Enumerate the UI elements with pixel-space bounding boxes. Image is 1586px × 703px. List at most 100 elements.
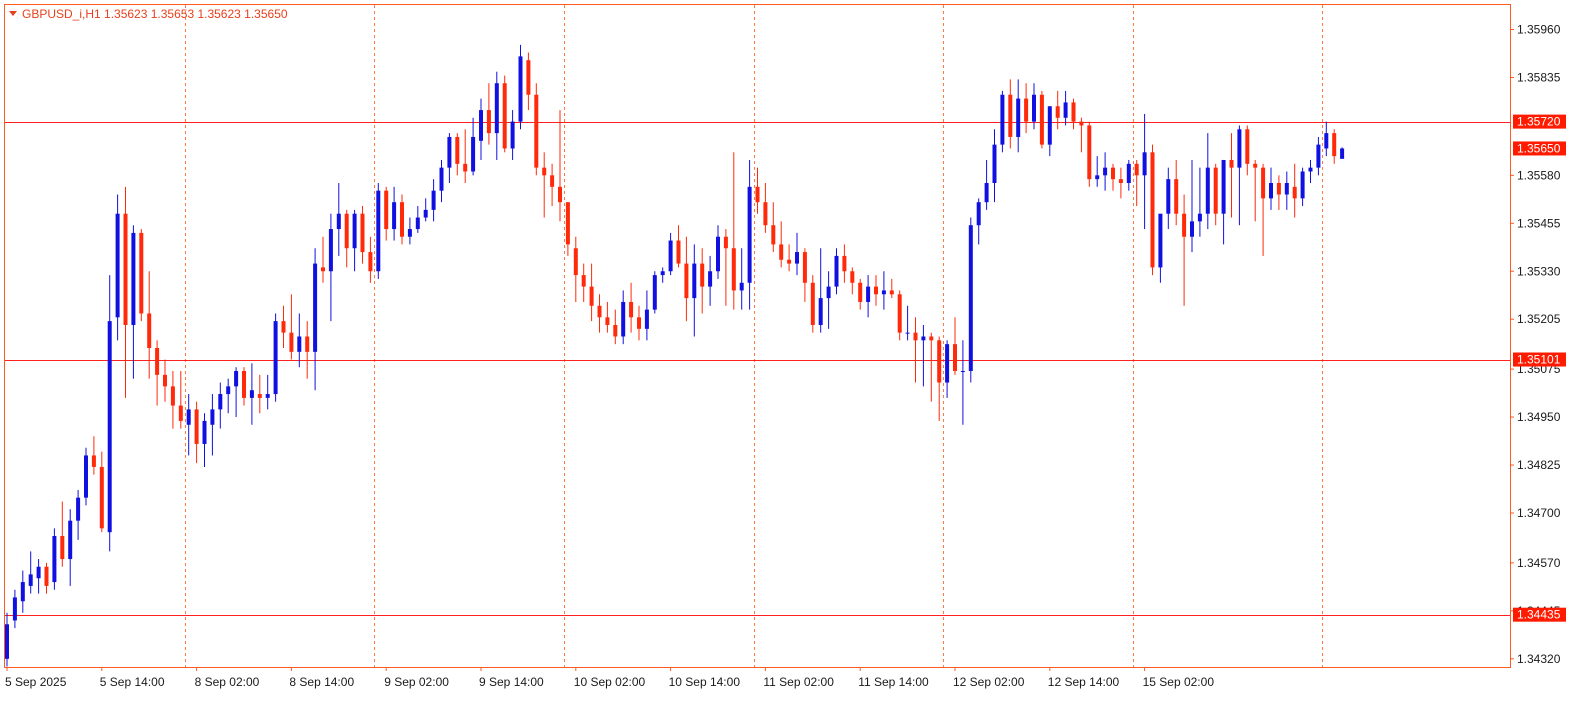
x-tick-label: 10 Sep 14:00 (669, 675, 741, 689)
candle-body (384, 190, 389, 230)
candle-body (510, 121, 515, 149)
candle-body (1237, 129, 1242, 168)
candle-body (1008, 94, 1013, 137)
candle-body (407, 229, 412, 237)
candle-body (1284, 183, 1289, 195)
candle (400, 194, 404, 245)
candle-body (731, 248, 736, 291)
candle-body (328, 229, 333, 272)
y-tick-label: 1.34950 (1517, 410, 1561, 424)
candle (368, 236, 373, 283)
candle-body (976, 202, 981, 226)
candle (305, 321, 310, 379)
candle (131, 225, 136, 379)
candle-body (1126, 163, 1131, 183)
candle-body (858, 282, 863, 302)
candle (700, 248, 705, 314)
candle (968, 217, 973, 383)
candle-body (1182, 213, 1187, 237)
candle-body (20, 582, 25, 602)
candle (731, 152, 736, 310)
time-axis[interactable]: 5 Sep 2025 5 Sep 14:00 8 Sep 02:00 8 Sep 14… (5, 667, 1214, 689)
candle-body (960, 371, 965, 373)
candle (1324, 121, 1329, 157)
candle (1253, 159, 1258, 222)
x-tick-label: 11 Sep 14:00 (858, 675, 929, 689)
candle (897, 290, 902, 341)
price-axis[interactable]: 1.35960 1.35835 1.35580 1.35455 1.35330 1.352… (1510, 23, 1566, 666)
candle-body (313, 263, 318, 352)
candle-body (589, 286, 594, 306)
price-chart[interactable]: 1.35960 1.35835 1.35580 1.35455 1.35330 1.352… (0, 0, 1586, 703)
candle-body (652, 275, 657, 310)
candle (107, 275, 112, 552)
candle (881, 271, 886, 310)
y-tick-label: 1.34570 (1517, 556, 1561, 570)
x-tick-label: 12 Sep 14:00 (1048, 675, 1120, 689)
candle (1308, 159, 1313, 183)
candle-body (1063, 102, 1068, 118)
candle-body (692, 263, 697, 299)
candle (147, 271, 152, 379)
candle (1276, 175, 1281, 210)
candle (297, 313, 302, 368)
candle (194, 401, 199, 464)
candle-body (1324, 133, 1329, 149)
candle-body (1245, 129, 1250, 164)
candle-body (637, 317, 641, 329)
candle (929, 332, 934, 402)
candle (1055, 90, 1060, 130)
candle (471, 117, 476, 176)
candle-body (163, 374, 167, 387)
candle-body (202, 420, 207, 444)
candle (186, 394, 191, 456)
candle (850, 267, 855, 295)
candle-body (1316, 144, 1321, 168)
candle (1292, 163, 1297, 218)
candle (1205, 133, 1210, 230)
candle-body (1032, 94, 1036, 122)
candle (581, 263, 586, 302)
candle-body (684, 263, 689, 299)
candle (810, 275, 815, 333)
candle (273, 313, 278, 402)
candle (976, 198, 981, 245)
candle (866, 275, 871, 318)
candle (534, 83, 539, 176)
candle-body (897, 294, 902, 333)
candle (415, 206, 420, 233)
candle-body (107, 321, 112, 533)
candle (795, 232, 799, 276)
candle (178, 371, 183, 429)
candle (392, 186, 397, 241)
candle (550, 163, 555, 207)
candle (1245, 125, 1250, 176)
candle-body (249, 390, 254, 398)
candle (257, 374, 262, 414)
candle-body (1340, 148, 1345, 159)
candle-body (344, 213, 349, 249)
candle-body (1142, 152, 1147, 176)
x-tick-label: 8 Sep 02:00 (195, 675, 260, 689)
price-tag-label: 1.35720 (1517, 115, 1561, 129)
candle (1118, 167, 1123, 199)
candle (1000, 90, 1005, 153)
price-tag-label: 1.35650 (1517, 141, 1561, 155)
candle-body (257, 394, 262, 398)
candle (344, 209, 349, 268)
candle (202, 413, 207, 467)
candle (5, 612, 9, 667)
candle (526, 52, 531, 111)
candle-body (565, 202, 570, 245)
candle-body (1332, 133, 1337, 157)
candle (1150, 144, 1155, 276)
candle (234, 367, 239, 418)
candle (1300, 167, 1305, 207)
candle-body (1221, 159, 1226, 214)
candle (992, 129, 997, 203)
candle (953, 317, 957, 375)
candle (1229, 133, 1234, 218)
y-tick-label: 1.34825 (1517, 458, 1561, 472)
candle (802, 248, 807, 302)
candle-body (289, 332, 294, 352)
